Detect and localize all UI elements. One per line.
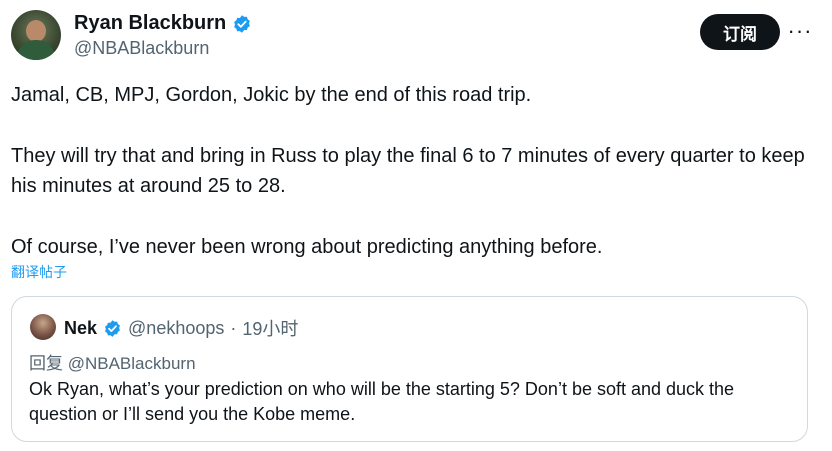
author-avatar[interactable] [11, 10, 61, 60]
meta-separator: · [230, 317, 237, 338]
author-name-row: Ryan Blackburn [74, 12, 252, 35]
quoted-tweet-text: Ok Ryan, what’s your prediction on who w… [29, 379, 735, 424]
author-display-name[interactable]: Ryan Blackburn [74, 12, 226, 35]
quoted-timestamp[interactable]: 19小时 [242, 315, 298, 341]
quoted-author-handle[interactable]: @nekhoops [128, 318, 224, 339]
verified-badge-icon [234, 14, 251, 33]
tweet-paragraph: Of course, I’ve never been wrong about p… [11, 236, 603, 258]
tweet-text: Jamal, CB, MPJ, Gordon, Jokic by the end… [11, 80, 821, 262]
author-handle[interactable]: @NBABlackburn [74, 38, 209, 59]
quoted-tweet-card[interactable]: Nek @nekhoops · 19小时 回复 @NBABlackburn Ok… [11, 296, 808, 442]
quoted-author-row: Nek @nekhoops · 19小时 [64, 315, 298, 341]
tweet-paragraph: Jamal, CB, MPJ, Gordon, Jokic by the end… [11, 84, 532, 106]
reply-to-label: 回复 @NBABlackburn [29, 354, 196, 373]
subscribe-button[interactable]: 订阅 [700, 14, 780, 50]
more-options-icon[interactable]: ··· [788, 18, 812, 43]
verified-badge-icon [105, 319, 120, 337]
translate-post-link[interactable]: 翻译帖子 [11, 262, 67, 282]
quoted-author-avatar[interactable] [30, 314, 56, 340]
tweet-paragraph: They will try that and bring in Russ to … [11, 145, 805, 197]
quoted-author-name[interactable]: Nek [64, 318, 97, 339]
